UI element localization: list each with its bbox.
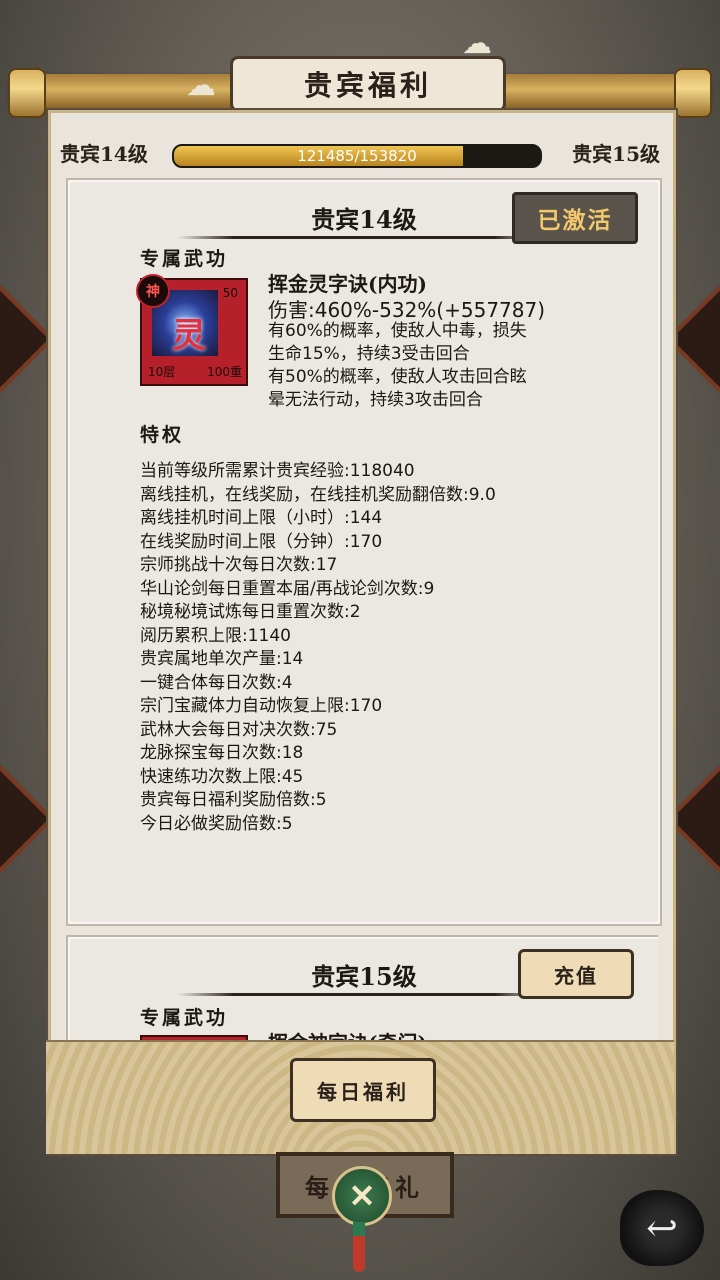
skill-layer: 10层: [148, 365, 176, 379]
privilege-item: 快速练功次数上限:45: [140, 766, 304, 787]
skill-desc-line: 有60%的概率，使敌人中毒，损失: [268, 321, 527, 341]
exp-progress-bar: 121485/153820: [172, 144, 542, 168]
skill-damage: 伤害:460%-532%(+557787): [268, 298, 546, 322]
crossed-swords-icon[interactable]: ✕: [332, 1166, 392, 1226]
back-arrow-icon[interactable]: ↩: [620, 1190, 704, 1266]
privilege-heading: 特权: [140, 424, 185, 446]
skill-level-number: 50: [222, 286, 238, 300]
skill-name: 挥金神字诀(奇门): [268, 1027, 427, 1040]
skill-glyph: 灵: [172, 316, 206, 356]
privilege-item: 贵宾每日福利奖励倍数:5: [140, 790, 327, 810]
divine-badge: 神: [136, 274, 170, 308]
exp-progress-text: 121485/153820: [297, 147, 417, 165]
privilege-item: 当前等级所需累计贵宾经验:118040: [140, 461, 415, 481]
rod-cap-right: [674, 68, 712, 118]
title-underline: [178, 993, 550, 996]
skill-icon[interactable]: 灵 神 50 10层 100重: [136, 274, 248, 386]
privilege-list: 当前等级所需累计贵宾经验:118040 离线挂机，在线奖励，在线挂机奖励翻倍数:9…: [140, 460, 496, 836]
privilege-item: 宗师挑战十次每日次数:17: [140, 555, 338, 575]
privilege-item: 阅历累积上限:1140: [140, 625, 291, 646]
privilege-item: 今日必做奖励倍数:5: [140, 813, 293, 834]
skill-desc-line: 晕无法行动，持续3攻击回合: [268, 390, 483, 410]
tassel-decoration: [353, 1222, 365, 1272]
skill-desc-line: 有50%的概率，使敌人攻击回合眩: [268, 367, 527, 387]
title-underline: [178, 236, 550, 239]
privilege-item: 在线奖励时间上限（分钟）:170: [140, 531, 383, 552]
privilege-item: 华山论剑每日重置本届/再战论剑次数:9: [140, 578, 435, 599]
exclusive-skill-heading: 专属武功: [140, 1007, 229, 1029]
page-title: 贵宾福利: [230, 56, 506, 112]
cloud-icon: ☁: [186, 68, 216, 103]
privilege-item: 一键合体每日次数:4: [140, 672, 293, 693]
privilege-item: 龙脉探宝每日次数:18: [140, 743, 304, 763]
privilege-item: 秘境秘境试炼每日重置次数:2: [140, 602, 361, 622]
vip-card-14: 贵宾14级 已激活 专属武功 灵 神 50 10层 100重 挥金灵字诀(内功)…: [66, 178, 662, 926]
skill-description: 有60%的概率，使敌人中毒，损失 生命15%，持续3受击回合 有50%的概率，使…: [268, 320, 608, 412]
rod-cap-left: [8, 68, 46, 118]
exclusive-skill-heading: 专属武功: [140, 248, 229, 270]
current-level-label: 贵宾14级: [60, 142, 148, 166]
activated-badge: 已激活: [512, 192, 638, 244]
vip-card-15: 贵宾15级 充值 专属武功 挥金神字诀(奇门): [66, 935, 658, 1040]
privilege-item: 贵宾属地单次产量:14: [140, 649, 304, 669]
privilege-item: 离线挂机时间上限（小时）:144: [140, 508, 383, 528]
privilege-item: 离线挂机，在线奖励，在线挂机奖励翻倍数:9.0: [140, 484, 496, 505]
next-level-label: 贵宾15级: [572, 142, 660, 166]
recharge-button[interactable]: 充值: [518, 949, 634, 999]
daily-benefit-button[interactable]: 每日福利: [290, 1058, 436, 1122]
privilege-item: 武林大会每日对决次数:75: [140, 719, 338, 740]
skill-name: 挥金灵字诀(内功): [268, 272, 427, 296]
skill-desc-line: 生命15%，持续3受击回合: [268, 344, 470, 364]
skill-weight: 100重: [207, 365, 242, 379]
privilege-item: 宗门宝藏体力自动恢复上限:170: [140, 696, 383, 716]
vip-card-15-viewport: 贵宾15级 充值 专属武功 挥金神字诀(奇门): [66, 935, 658, 1040]
